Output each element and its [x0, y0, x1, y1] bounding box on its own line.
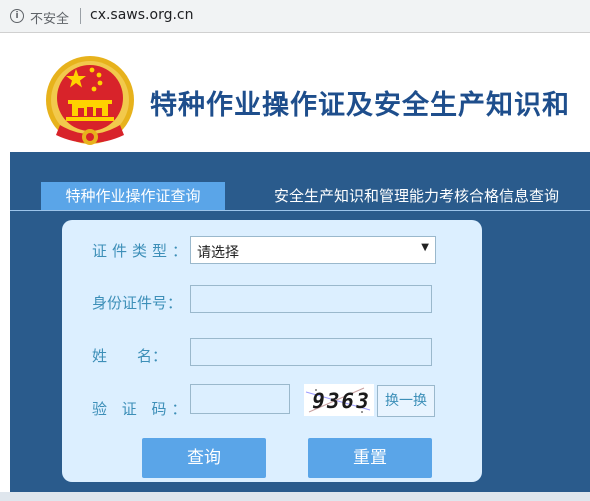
- query-section: 特种作业操作证查询 安全生产知识和管理能力考核合格信息查询 证件类型： 请选择 …: [10, 152, 590, 492]
- query-button[interactable]: 查询: [142, 438, 266, 478]
- site-header: 特种作业操作证及安全生产知识和: [0, 33, 590, 151]
- captcha-label: 验 证 码：: [92, 400, 192, 418]
- site-title: 特种作业操作证及安全生产知识和: [150, 90, 570, 121]
- security-label[interactable]: 不安全: [30, 8, 69, 27]
- id-number-input[interactable]: [190, 285, 432, 313]
- query-form-panel: 证件类型： 请选择 ▼ 身份证件号： 姓 名： 验 证 码： 9363 换一换 …: [62, 220, 482, 482]
- national-emblem-icon: [46, 56, 134, 145]
- url-text[interactable]: cx.saws.org.cn: [90, 7, 193, 23]
- tab-special-operation-cert[interactable]: 特种作业操作证查询: [41, 182, 225, 210]
- captcha-text: 9363: [309, 389, 373, 413]
- refresh-captcha-button[interactable]: 换一换: [377, 385, 435, 417]
- address-separator: [80, 8, 81, 24]
- cert-type-label: 证件类型：: [92, 242, 193, 260]
- captcha-image[interactable]: 9363: [304, 384, 374, 416]
- dropdown-arrow-icon: ▼: [421, 242, 429, 253]
- name-label: 姓 名：: [92, 347, 168, 365]
- page-bottom-strip: [0, 492, 590, 501]
- name-input[interactable]: [190, 338, 432, 366]
- captcha-input[interactable]: [190, 384, 290, 414]
- tab-safety-knowledge-query[interactable]: 安全生产知识和管理能力考核合格信息查询: [274, 182, 559, 210]
- cert-type-select[interactable]: 请选择 ▼: [190, 236, 436, 264]
- id-number-label: 身份证件号：: [92, 294, 183, 312]
- info-icon[interactable]: i: [10, 9, 24, 23]
- cert-type-selected-value: 请选择: [197, 245, 239, 261]
- tab-divider: [10, 210, 590, 211]
- browser-address-bar: i 不安全 cx.saws.org.cn: [0, 0, 590, 33]
- reset-button[interactable]: 重置: [308, 438, 432, 478]
